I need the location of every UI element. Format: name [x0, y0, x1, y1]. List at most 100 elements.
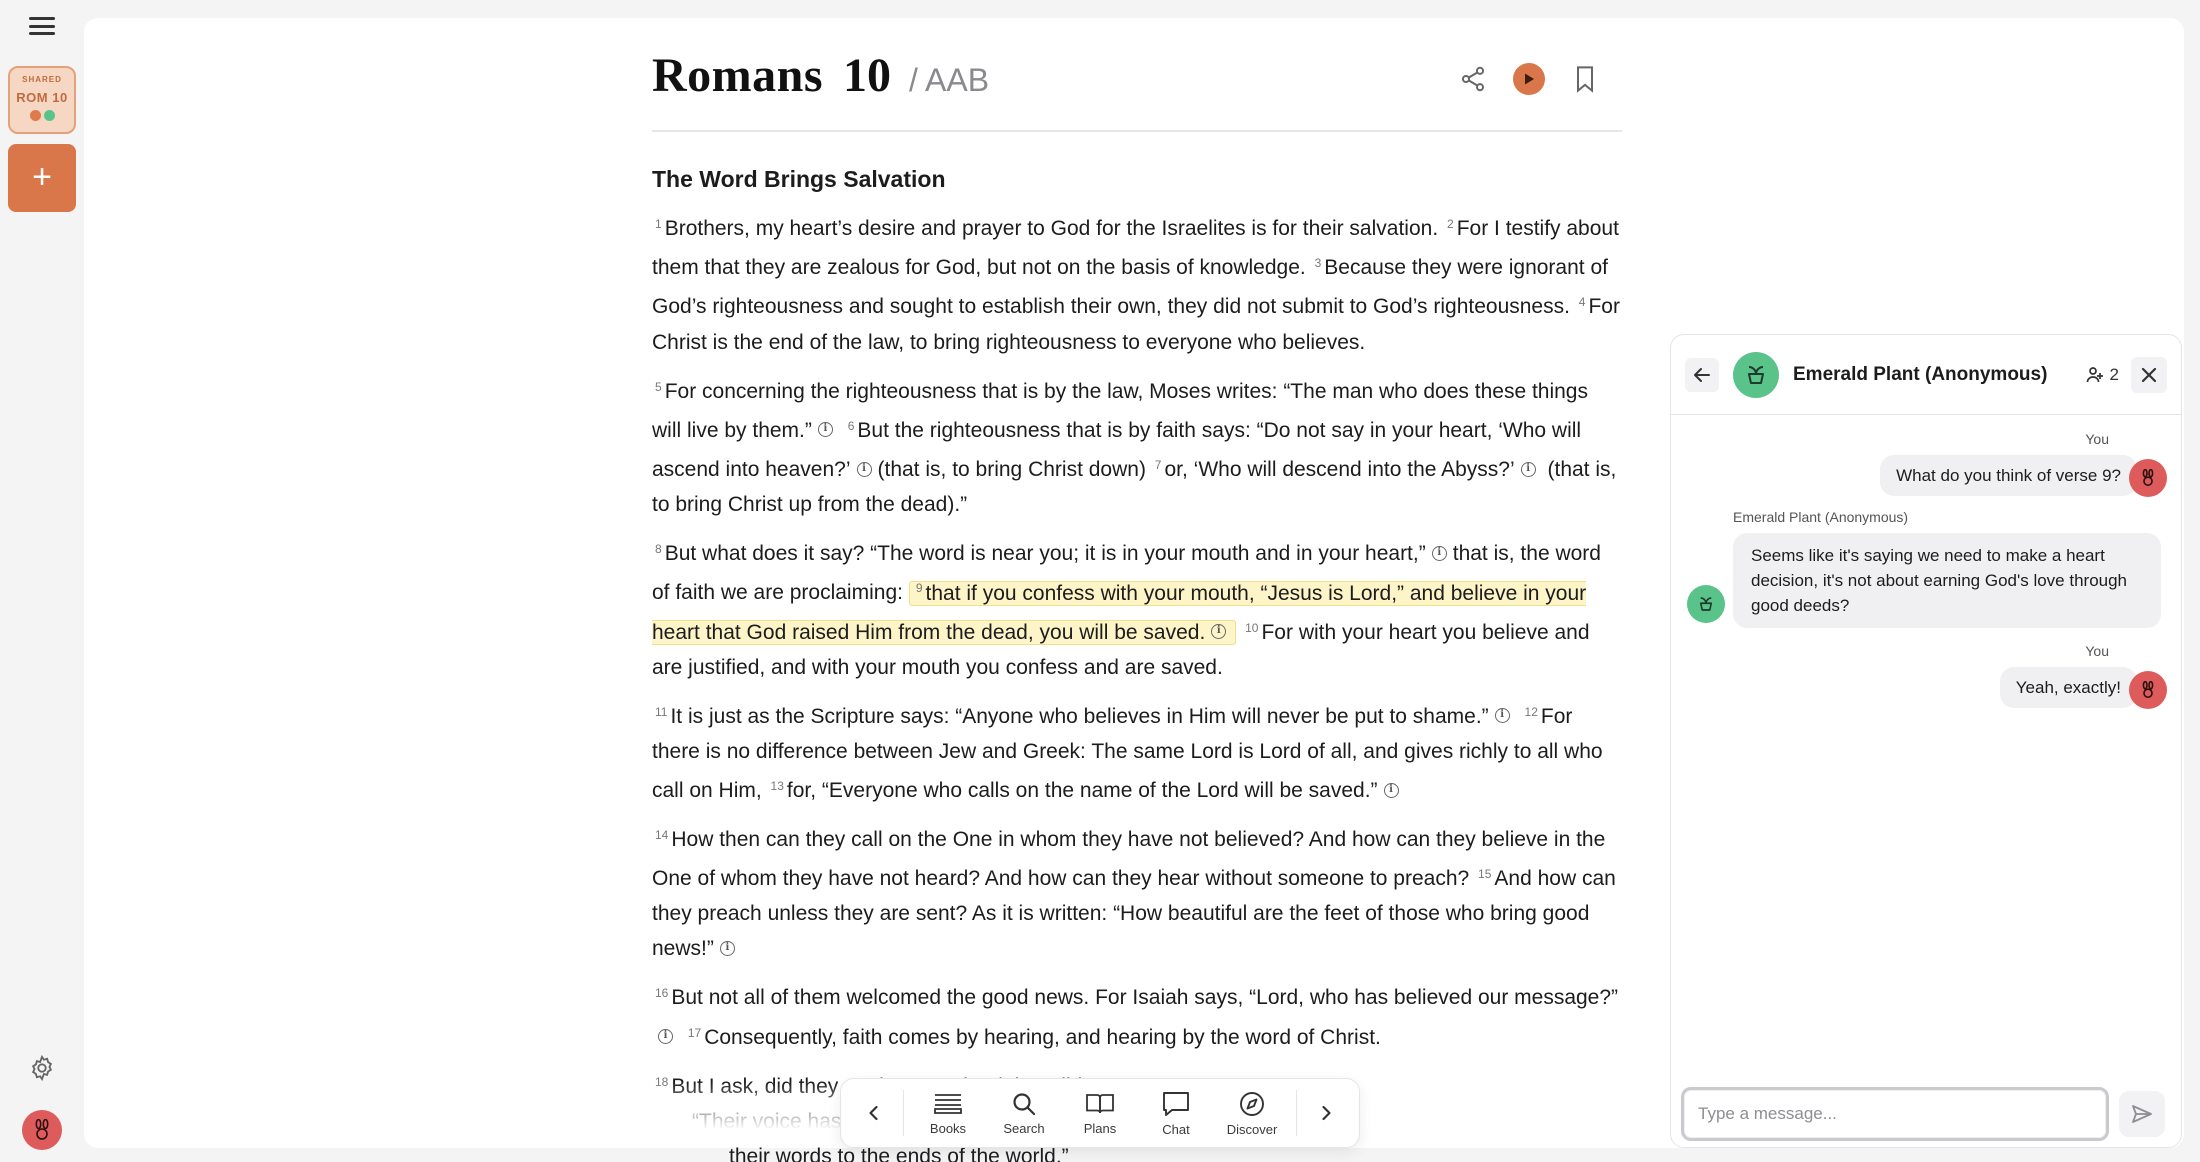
verse-number: 16	[655, 986, 669, 1001]
play-audio-button[interactable]	[1512, 62, 1546, 96]
next-chapter-button[interactable]	[1303, 1085, 1349, 1141]
shared-chapter-card[interactable]: SHARED ROM 10	[8, 66, 76, 134]
message-bubble-outgoing: Yeah, exactly!	[1999, 667, 2137, 708]
paragraph: 5 For concerning the righteousness that i…	[652, 370, 1622, 523]
verse-number: 1	[655, 217, 662, 231]
nav-divider	[903, 1090, 904, 1136]
chat-panel: Emerald Plant (Anonymous) 2 You What do …	[1670, 334, 2182, 1148]
verse-text[interactable]: or, ‘Who will descend into the Abyss?’	[1164, 458, 1514, 481]
nav-label: Search	[1003, 1120, 1045, 1136]
message-sender: Emerald Plant (Anonymous)	[1733, 509, 1909, 525]
chapter-number: 10	[843, 49, 892, 102]
add-button[interactable]: +	[8, 144, 76, 212]
books-icon	[934, 1093, 962, 1114]
verse-number: 4	[1578, 295, 1586, 310]
bunny-icon	[35, 1119, 49, 1140]
paragraph: 8 But what does it say? “The word is near…	[652, 532, 1622, 685]
users-icon	[2086, 366, 2103, 382]
paragraph: 14 How then can they call on the One in w…	[652, 818, 1622, 966]
verse-number: 8	[655, 542, 662, 557]
nav-label: Books	[929, 1120, 967, 1136]
verse-text[interactable]: for, “Everyone who calls on the name of …	[787, 779, 1378, 802]
footnote-icon[interactable]: i	[856, 461, 872, 477]
member-count[interactable]: 2	[2086, 365, 2119, 385]
send-icon	[2132, 1105, 2152, 1123]
paragraph: 11 It is just as the Scripture says: “Any…	[652, 695, 1622, 808]
book-title: Romans	[652, 49, 824, 102]
bunny-icon	[2142, 681, 2154, 698]
chevron-left-icon	[869, 1105, 878, 1121]
chat-partner-avatar	[1733, 351, 1779, 398]
verse-number: 7	[1154, 457, 1162, 472]
nav-plans[interactable]: Plans	[1062, 1083, 1138, 1143]
verse-text[interactable]: Consequently, faith comes by hearing, an…	[704, 1026, 1381, 1049]
user-avatar[interactable]	[22, 1110, 62, 1150]
message-sender: You	[2085, 431, 2109, 447]
paragraph: 16 But not all of them welcomed the good …	[652, 976, 1622, 1054]
message-input[interactable]	[1681, 1087, 2109, 1141]
verse-number: 6	[847, 418, 855, 433]
nav-divider	[1296, 1090, 1297, 1136]
verse-number: 2	[1447, 217, 1454, 231]
self-avatar	[2129, 671, 2167, 709]
translation-label[interactable]: / AAB	[909, 62, 989, 99]
close-button[interactable]	[2131, 356, 2167, 393]
message-bubble-incoming: Seems like it's saying we need to make a…	[1733, 533, 2161, 628]
verse-number: 3	[1314, 256, 1322, 271]
gear-icon[interactable]	[28, 1054, 56, 1082]
verse-text[interactable]: How then can they call on the One in who…	[652, 828, 1605, 890]
plant-icon	[1748, 365, 1764, 384]
header-divider	[652, 130, 1622, 132]
footnote-icon[interactable]: i	[1383, 782, 1399, 798]
chat-header: Emerald Plant (Anonymous) 2	[1671, 335, 2181, 415]
shared-chapter-label: ROM 10	[16, 90, 68, 105]
hamburger-menu-icon[interactable]	[26, 14, 58, 38]
participant-dot	[29, 110, 41, 121]
compass-icon	[1240, 1091, 1264, 1116]
book-open-icon	[1086, 1093, 1114, 1113]
verse-text[interactable]: Brothers, my heart’s desire and prayer t…	[665, 217, 1438, 240]
footnote-icon[interactable]: i	[1431, 545, 1447, 561]
nav-label: Discover	[1226, 1121, 1278, 1137]
share-icon[interactable]	[1456, 62, 1490, 96]
send-button[interactable]	[2119, 1091, 2165, 1137]
footnote-icon[interactable]: i	[817, 422, 833, 438]
bottom-navigation: Books Search Plans Chat Discover	[840, 1078, 1360, 1148]
nav-search[interactable]: Search	[986, 1083, 1062, 1143]
footnote-icon[interactable]: i	[1520, 461, 1536, 477]
verse-text[interactable]: But what does it say? “The word is near …	[665, 542, 1426, 565]
bookmark-icon[interactable]	[1568, 62, 1602, 96]
verse-number: 11	[655, 704, 668, 719]
previous-chapter-button[interactable]	[851, 1085, 897, 1141]
nav-books[interactable]: Books	[910, 1083, 986, 1143]
paragraph: 1 Brothers, my heart’s desire and prayer …	[652, 207, 1622, 360]
shared-tag: SHARED	[22, 75, 62, 84]
bible-reader: Romans 10 / AAB The Word Brings Salvatio…	[652, 48, 1622, 1162]
verse-number: 10	[1245, 620, 1259, 635]
verse-text[interactable]: It is just as the Scripture says: “Anyon…	[670, 705, 1488, 728]
verse-number: 5	[655, 379, 662, 394]
participant-dots	[10, 110, 74, 121]
verse-number: 17	[687, 1025, 702, 1040]
search-icon	[1013, 1092, 1036, 1115]
footnote-icon[interactable]: i	[658, 1029, 673, 1045]
section-heading: The Word Brings Salvation	[652, 166, 946, 192]
bunny-icon	[2142, 469, 2154, 486]
footnote-icon[interactable]: i	[1211, 624, 1227, 640]
footnote-icon[interactable]: i	[1494, 708, 1510, 724]
verse-number: 15	[1478, 867, 1492, 882]
plant-icon	[1699, 597, 1713, 611]
chat-icon	[1163, 1091, 1189, 1116]
nav-discover[interactable]: Discover	[1214, 1083, 1290, 1143]
back-button[interactable]	[1685, 357, 1719, 392]
participant-dot	[43, 110, 55, 121]
close-icon	[2141, 367, 2157, 382]
member-count-value: 2	[2109, 364, 2119, 384]
footnote-icon[interactable]: i	[719, 940, 735, 956]
verse-text[interactable]: (that is, to bring Christ down)	[878, 458, 1146, 481]
message-composer	[1681, 1087, 2171, 1141]
verse-text[interactable]: But not all of them welcomed the good ne…	[671, 987, 1618, 1010]
message-list: You What do you think of verse 9? Emeral…	[1671, 415, 2181, 1065]
nav-label: Plans	[1083, 1120, 1117, 1136]
nav-chat[interactable]: Chat	[1138, 1083, 1214, 1143]
